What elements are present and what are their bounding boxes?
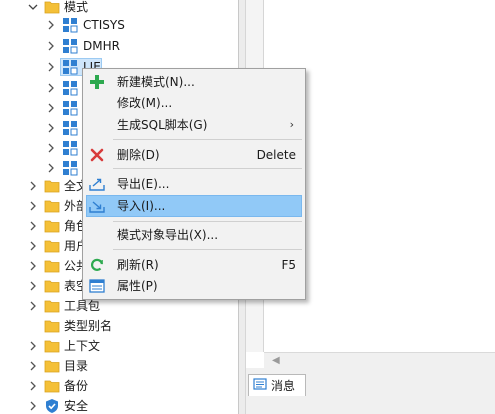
menu-item-import[interactable]: 导入(I)... <box>86 195 302 217</box>
folder-icon <box>44 218 60 234</box>
tree-node-label: 类型别名 <box>64 319 113 333</box>
schema-icon <box>62 160 78 176</box>
schema-icon <box>62 140 78 156</box>
tree-node-folder[interactable]: 上下文 <box>0 336 238 356</box>
tree-node-schema[interactable]: DMHR <box>0 36 238 56</box>
chevron-right-icon[interactable] <box>28 241 38 251</box>
menu-separator <box>113 249 302 250</box>
chevron-right-icon[interactable] <box>28 341 38 351</box>
menu-item-label: 删除(D) <box>117 148 160 162</box>
menu-item-refresh[interactable]: 刷新(R) F5 <box>86 254 302 276</box>
delete-x-icon <box>89 147 105 163</box>
tree-node-schema[interactable] <box>0 78 80 98</box>
folder-icon <box>44 0 60 15</box>
menu-item-label: 修改(M)... <box>117 96 173 110</box>
folder-icon <box>44 378 60 394</box>
tab-messages[interactable]: 消息 <box>248 374 306 396</box>
menu-item-export[interactable]: 导出(E)... <box>86 173 302 195</box>
chevron-right-icon[interactable] <box>46 163 56 173</box>
menu-shortcut: F5 <box>281 258 296 272</box>
folder-icon <box>44 238 60 254</box>
folder-icon <box>44 338 60 354</box>
schema-icon <box>62 100 78 116</box>
chevron-right-icon[interactable] <box>46 62 56 72</box>
chevron-right-icon[interactable] <box>46 103 56 113</box>
tree-node-label: 目录 <box>64 359 89 373</box>
message-icon <box>253 377 267 394</box>
scroll-left-icon[interactable]: ◀ <box>272 355 280 366</box>
folder-icon <box>44 358 60 374</box>
menu-item-label: 属性(P) <box>117 279 158 293</box>
folder-icon <box>44 178 60 194</box>
folder-icon <box>44 298 60 314</box>
menu-item-delete[interactable]: 删除(D) Delete <box>86 144 302 166</box>
chevron-right-icon[interactable] <box>28 361 38 371</box>
tree-node-schema[interactable] <box>0 138 80 158</box>
chevron-right-icon[interactable] <box>46 143 56 153</box>
menu-item-label: 导入(I)... <box>117 199 166 213</box>
menu-shortcut: Delete <box>256 148 296 162</box>
tree-node-schema[interactable] <box>0 98 80 118</box>
menu-item-label: 新建模式(N)... <box>117 75 195 89</box>
menu-separator <box>113 221 302 222</box>
context-menu[interactable]: 新建模式(N)... 修改(M)... 生成SQL脚本(G) › 删除(D) D… <box>82 68 306 300</box>
tree-node-label: DMHR <box>83 39 120 53</box>
import-icon <box>89 198 105 214</box>
tab-label: 消息 <box>271 379 296 393</box>
tree-node-folder[interactable]: 目录 <box>0 356 238 376</box>
menu-item-schema-object-export[interactable]: 模式对象导出(X)... <box>86 224 302 246</box>
menu-item-label: 导出(E)... <box>117 177 170 191</box>
tree-node-label: 安全 <box>64 399 89 413</box>
menu-item-new-schema[interactable]: 新建模式(N)... <box>86 71 302 93</box>
schema-icon <box>62 17 78 33</box>
chevron-right-icon[interactable] <box>28 381 38 391</box>
chevron-right-icon[interactable] <box>46 41 56 51</box>
chevron-right-icon[interactable] <box>28 181 38 191</box>
menu-item-generate-sql[interactable]: 生成SQL脚本(G) › <box>86 114 302 136</box>
plus-icon <box>89 74 105 90</box>
shield-check-icon <box>44 398 60 414</box>
tree-node-folder[interactable]: 类型别名 <box>0 316 238 336</box>
refresh-icon <box>89 257 105 273</box>
chevron-right-icon[interactable] <box>28 201 38 211</box>
bottom-panel: 消息 <box>246 368 495 414</box>
tree-node-schema[interactable] <box>0 158 80 178</box>
menu-item-properties[interactable]: 属性(P) <box>86 275 302 297</box>
menu-separator <box>113 139 302 140</box>
schema-icon <box>62 38 78 54</box>
menu-item-label: 生成SQL脚本(G) <box>117 118 208 132</box>
folder-icon <box>44 258 60 274</box>
schema-icon <box>62 59 78 75</box>
chevron-right-icon[interactable] <box>28 221 38 231</box>
export-icon <box>89 176 105 192</box>
schema-icon <box>62 80 78 96</box>
chevron-right-icon[interactable] <box>28 281 38 291</box>
chevron-right-icon[interactable] <box>46 83 56 93</box>
horizontal-scrollbar[interactable]: ◀ <box>264 352 495 368</box>
folder-icon <box>44 318 60 334</box>
chevron-down-icon[interactable] <box>28 2 38 12</box>
chevron-right-icon[interactable] <box>28 261 38 271</box>
chevron-right-icon[interactable] <box>28 301 38 311</box>
tree-node-folder[interactable]: 备份 <box>0 376 238 396</box>
menu-item-label: 刷新(R) <box>117 258 159 272</box>
menu-separator <box>113 168 302 169</box>
submenu-arrow-icon: › <box>289 118 294 131</box>
chevron-right-icon[interactable] <box>46 123 56 133</box>
tree-node-security[interactable]: 安全 <box>0 396 238 414</box>
tree-node-schema[interactable]: CTISYS <box>0 15 238 35</box>
menu-item-modify[interactable]: 修改(M)... <box>86 92 302 114</box>
tree-node-label: 上下文 <box>64 339 101 353</box>
tree-node-label: 备份 <box>64 379 89 393</box>
schema-icon <box>62 120 78 136</box>
properties-icon <box>89 278 105 294</box>
tree-node-label: CTISYS <box>83 18 125 32</box>
chevron-right-icon[interactable] <box>28 401 38 411</box>
folder-icon <box>44 278 60 294</box>
chevron-right-icon[interactable] <box>46 20 56 30</box>
tree-node-schema[interactable] <box>0 118 80 138</box>
menu-item-label: 模式对象导出(X)... <box>117 228 219 242</box>
folder-icon <box>44 198 60 214</box>
